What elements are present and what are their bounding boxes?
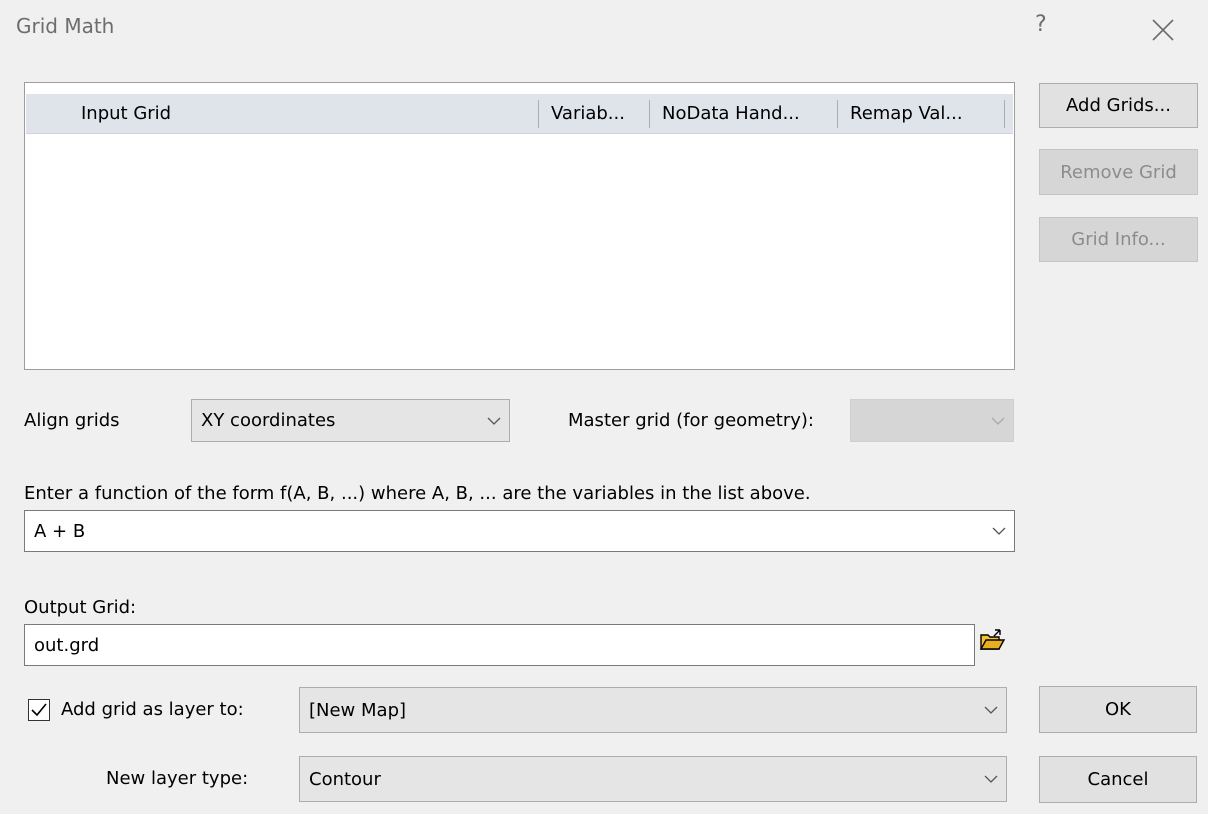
- add-grids-button[interactable]: Add Grids...: [1039, 83, 1198, 128]
- column-divider[interactable]: [538, 100, 539, 128]
- column-header-remap-values[interactable]: Remap Val...: [850, 94, 963, 134]
- checkmark-icon: [31, 703, 47, 717]
- add-layer-label[interactable]: Add grid as layer to:: [61, 699, 244, 720]
- function-label: Enter a function of the form f(A, B, ...…: [24, 483, 811, 504]
- help-button[interactable]: ?: [1035, 12, 1047, 37]
- output-grid-input[interactable]: out.grd: [24, 624, 975, 666]
- output-grid-label: Output Grid:: [24, 597, 137, 618]
- chevron-down-icon: [983, 400, 1013, 441]
- add-layer-target-dropdown[interactable]: [New Map]: [299, 687, 1007, 733]
- align-grids-value: XY coordinates: [201, 410, 336, 431]
- layer-type-label: New layer type:: [106, 768, 249, 789]
- layer-type-value: Contour: [309, 768, 381, 790]
- chevron-down-icon: [976, 688, 1006, 732]
- chevron-down-icon: [976, 757, 1006, 801]
- browse-output-button[interactable]: [978, 626, 1006, 654]
- function-value: A + B: [34, 520, 86, 542]
- input-grid-table[interactable]: Input Grid Variab... NoData Hand... Rema…: [24, 82, 1015, 370]
- table-header: Input Grid Variab... NoData Hand... Rema…: [26, 94, 1013, 134]
- column-header-variable[interactable]: Variab...: [551, 94, 625, 134]
- column-header-nodata-handling[interactable]: NoData Hand...: [662, 94, 800, 134]
- chevron-down-icon[interactable]: [984, 511, 1014, 551]
- column-divider[interactable]: [837, 100, 838, 128]
- grid-info-button[interactable]: Grid Info...: [1039, 217, 1198, 262]
- add-layer-target-value: [New Map]: [309, 699, 407, 721]
- add-layer-checkbox[interactable]: [28, 699, 50, 721]
- align-grids-label: Align grids: [24, 410, 120, 431]
- align-grids-dropdown[interactable]: XY coordinates: [191, 399, 510, 442]
- column-header-input-grid[interactable]: Input Grid: [81, 94, 171, 134]
- layer-type-dropdown[interactable]: Contour: [299, 756, 1007, 802]
- ok-button[interactable]: OK: [1039, 686, 1197, 733]
- cancel-button[interactable]: Cancel: [1039, 756, 1197, 803]
- dialog-title: Grid Math: [16, 14, 115, 38]
- remove-grid-button[interactable]: Remove Grid: [1039, 149, 1198, 195]
- close-icon: [1152, 19, 1174, 41]
- chevron-down-icon: [479, 400, 509, 441]
- close-button[interactable]: [1145, 12, 1181, 48]
- column-divider[interactable]: [1004, 100, 1005, 128]
- column-divider[interactable]: [649, 100, 650, 128]
- folder-open-icon: [979, 629, 1006, 650]
- master-grid-dropdown[interactable]: [850, 399, 1014, 442]
- function-combobox[interactable]: A + B: [24, 510, 1015, 552]
- master-grid-label: Master grid (for geometry):: [568, 410, 814, 431]
